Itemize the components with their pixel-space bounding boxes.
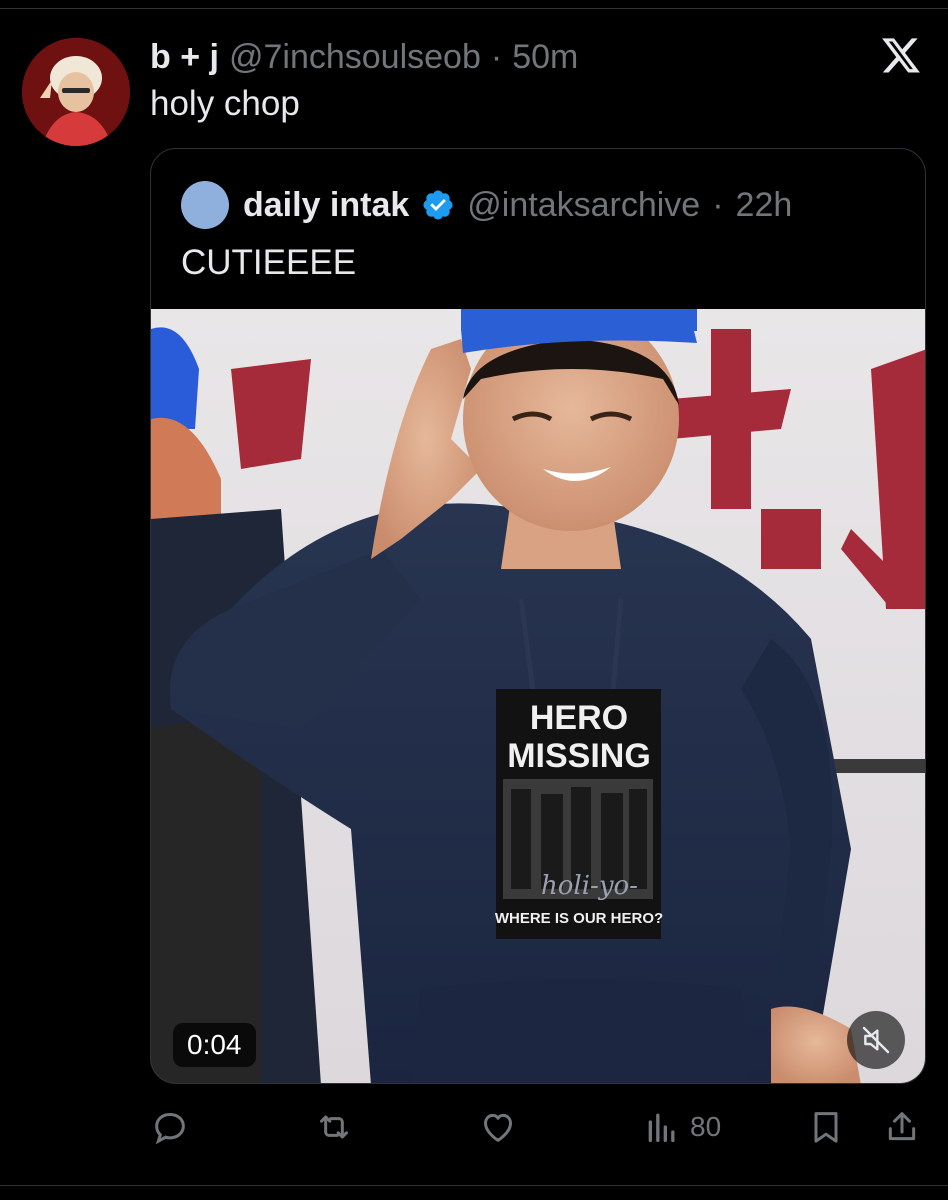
tweet-timestamp[interactable]: 50m: [512, 38, 578, 77]
quoted-author-avatar[interactable]: [181, 181, 229, 229]
shirt-text-top: HERO: [530, 699, 628, 737]
reply-button[interactable]: [150, 1102, 190, 1152]
tweet-actions: 80: [0, 1102, 948, 1152]
shirt-text-mid: MISSING: [507, 737, 651, 775]
video-frame: HERO MISSING holi-yo- WHERE IS OUR HERO?: [151, 309, 925, 1083]
views-button[interactable]: 80: [642, 1102, 721, 1152]
author-avatar[interactable]: [22, 38, 130, 146]
quoted-handle[interactable]: @intaksarchive: [467, 186, 700, 225]
share-button[interactable]: [882, 1102, 922, 1152]
author-display-name[interactable]: b + j: [150, 38, 219, 77]
x-logo-icon[interactable]: [880, 34, 922, 76]
quoted-timestamp[interactable]: 22h: [736, 186, 793, 225]
heart-icon: [484, 1113, 512, 1142]
retweet-icon: [320, 1115, 348, 1139]
quoted-tweet-text: CUTIEEEE: [181, 243, 357, 282]
author-handle[interactable]: @7inchsoulseob: [229, 38, 481, 77]
video-player[interactable]: HERO MISSING holi-yo- WHERE IS OUR HERO?…: [151, 309, 925, 1083]
muted-speaker-icon: [862, 1026, 890, 1054]
bottom-divider: [0, 1185, 948, 1186]
reply-icon: [155, 1112, 185, 1145]
share-icon: [888, 1112, 916, 1141]
quoted-tweet-header: daily intak @intaksarchive · 22h: [181, 181, 792, 229]
retweet-button[interactable]: [314, 1102, 354, 1152]
views-icon: [648, 1113, 675, 1142]
header-separator: ·: [490, 38, 503, 76]
avatar-image: [22, 38, 130, 146]
quoted-display-name[interactable]: daily intak: [243, 186, 409, 225]
verified-badge-icon: [423, 190, 453, 220]
shirt-text-bottom: WHERE IS OUR HERO?: [495, 910, 663, 927]
mute-button[interactable]: [847, 1011, 905, 1069]
views-count: 80: [690, 1111, 722, 1142]
shirt-script: holi-yo-: [541, 871, 638, 901]
top-divider: [0, 8, 948, 9]
like-button[interactable]: [478, 1102, 518, 1152]
bookmark-icon: [814, 1112, 838, 1143]
video-duration: 0:04: [173, 1023, 256, 1067]
tweet-header: b + j @7inchsoulseob · 50m: [150, 38, 578, 77]
quoted-tweet-card[interactable]: daily intak @intaksarchive · 22h CUTIEEE…: [150, 148, 926, 1084]
bookmark-button[interactable]: [806, 1102, 846, 1152]
quoted-separator: ·: [712, 185, 724, 224]
tweet-text: holy chop: [150, 84, 300, 123]
